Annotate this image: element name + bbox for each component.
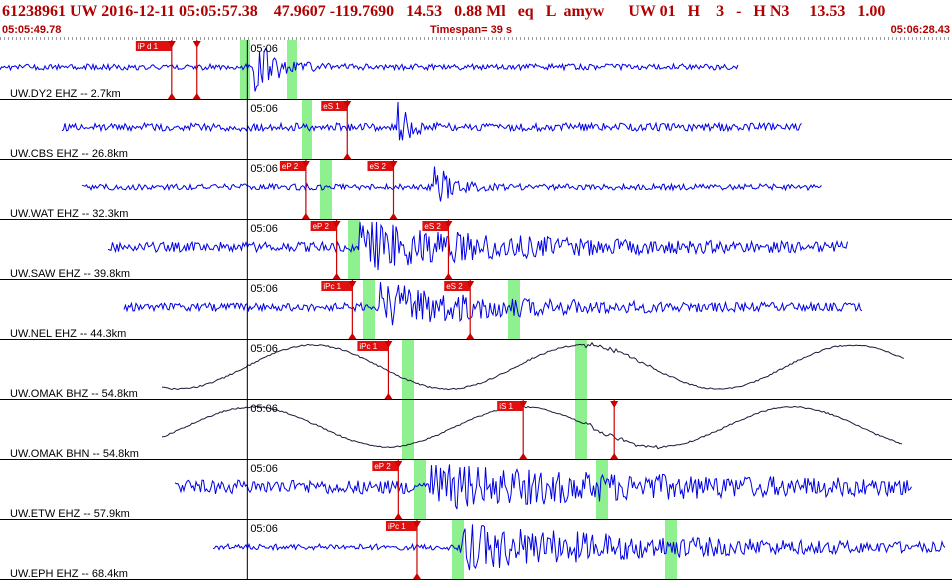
waveform-trace <box>123 281 863 326</box>
timespan-value: 39 s <box>487 24 513 36</box>
trace-panel[interactable]: 05:06 eS 1 UW.CBS EHZ -- 26.8km <box>0 100 952 160</box>
trace-panel[interactable]: 05:06 iP d 1 UW.DY2 EHZ -- 2.7km <box>0 40 952 100</box>
minute-tick-label: 05:06 <box>250 343 278 355</box>
pick-marker-up <box>444 273 453 279</box>
phase-pick-label: eS 2 <box>369 162 386 171</box>
phase-pick-label: iPc 1 <box>359 342 377 351</box>
analysis-window-band <box>575 340 587 400</box>
pick-marker-up <box>389 213 398 219</box>
timespan-readout: Timespan= 39 s <box>430 24 512 36</box>
analysis-window-band <box>452 520 464 580</box>
timespan-label: Timespan= <box>430 24 488 36</box>
analysis-window-band <box>402 400 414 460</box>
trace-panel[interactable]: 05:06 iPc 1 UW.OMAK BHZ -- 54.8km <box>0 340 952 400</box>
station-label: UW.DY2 EHZ -- 2.7km <box>10 88 121 100</box>
analysis-window-band <box>414 460 426 520</box>
phase-pick-label: eS 1 <box>323 102 340 111</box>
minute-tick-label: 05:06 <box>250 283 278 295</box>
minute-tick-label: 05:06 <box>250 103 278 115</box>
pick-marker-up <box>466 333 475 339</box>
analysis-window-band <box>240 40 250 100</box>
minute-tick-label: 05:06 <box>250 523 278 535</box>
phase-pick-label: eP 2 <box>313 222 330 231</box>
phase-pick-label: eS 2 <box>424 222 441 231</box>
pick-marker-up <box>301 213 310 219</box>
pick-marker-up <box>519 453 528 459</box>
phase-pick-label: iP d 1 <box>138 42 159 51</box>
trace-panel[interactable]: 05:06 iPc 1 eS 2 UW.NEL EHZ -- 44.3km <box>0 280 952 340</box>
phase-pick-label: iS 1 <box>499 402 513 411</box>
analysis-window-band <box>402 340 414 400</box>
pick-marker-down <box>192 41 201 48</box>
pick-marker-up <box>384 393 393 399</box>
trace-panel[interactable]: 05:06 iS 1 UW.OMAK BHN -- 54.8km <box>0 400 952 460</box>
phase-pick-label: eS 2 <box>446 282 463 291</box>
waveform-trace <box>61 101 802 141</box>
analysis-window-band <box>508 280 520 340</box>
minute-tick-label: 05:06 <box>250 403 278 415</box>
minute-tick-label: 05:06 <box>250 463 278 475</box>
analysis-window-band <box>302 100 312 160</box>
waveform-trace <box>212 524 946 571</box>
station-label: UW.WAT EHZ -- 32.3km <box>10 208 128 220</box>
seismogram-panels[interactable]: 05:06 iP d 1 UW.DY2 EHZ -- 2.7km 05:06 eS 1 U… <box>0 40 952 580</box>
phase-pick-label: iPc 1 <box>388 522 406 531</box>
phase-pick-label: eP 2 <box>374 462 391 471</box>
trace-panel[interactable]: 05:06 iPc 1 UW.EPH EHZ -- 68.4km <box>0 520 952 580</box>
pick-marker-up <box>167 93 176 99</box>
pick-marker-up <box>412 573 421 579</box>
analysis-window-band <box>596 460 608 520</box>
station-label: UW.SAW EHZ -- 39.8km <box>10 268 130 280</box>
pick-marker-up <box>332 273 341 279</box>
pick-marker-down <box>610 401 619 408</box>
window-end-time: 05:06:28.43 <box>890 24 950 36</box>
pick-marker-up <box>348 333 357 339</box>
phase-pick-label: eP 2 <box>282 162 299 171</box>
station-label: UW.CBS EHZ -- 26.8km <box>10 148 128 160</box>
pick-marker-up <box>192 93 201 99</box>
waveform-trace <box>0 47 739 92</box>
station-label: UW.OMAK BHZ -- 54.8km <box>10 388 138 400</box>
event-summary-line: 61238961 UW 2016-12-11 05:05:57.38 47.96… <box>2 3 886 20</box>
analysis-window-band <box>575 400 587 460</box>
trace-panel[interactable]: 05:06 eP 2 eS 2 UW.WAT EHZ -- 32.3km <box>0 160 952 220</box>
station-label: UW.NEL EHZ -- 44.3km <box>10 328 126 340</box>
trace-panel[interactable]: 05:06 eP 2 eS 2 UW.SAW EHZ -- 39.8km <box>0 220 952 280</box>
pick-marker-up <box>610 453 619 459</box>
event-header: 61238961 UW 2016-12-11 05:05:57.38 47.96… <box>0 0 952 40</box>
station-label: UW.ETW EHZ -- 57.9km <box>10 508 130 520</box>
waveform-trace <box>107 221 848 271</box>
waveform-trace <box>81 166 822 202</box>
waveform-trace <box>174 464 912 510</box>
pick-marker-up <box>394 513 403 519</box>
station-label: UW.EPH EHZ -- 68.4km <box>10 568 128 580</box>
analysis-window-band <box>363 280 375 340</box>
minute-tick-label: 05:06 <box>250 223 278 235</box>
trace-panel[interactable]: 05:06 eP 2 UW.ETW EHZ -- 57.9km <box>0 460 952 520</box>
minute-tick-label: 05:06 <box>250 163 278 175</box>
pick-marker-up <box>343 153 352 159</box>
minute-tick-label: 05:06 <box>250 43 278 55</box>
window-start-time: 05:05:49.78 <box>2 24 62 36</box>
station-label: UW.OMAK BHN -- 54.8km <box>10 448 139 460</box>
phase-pick-label: iPc 1 <box>323 282 341 291</box>
